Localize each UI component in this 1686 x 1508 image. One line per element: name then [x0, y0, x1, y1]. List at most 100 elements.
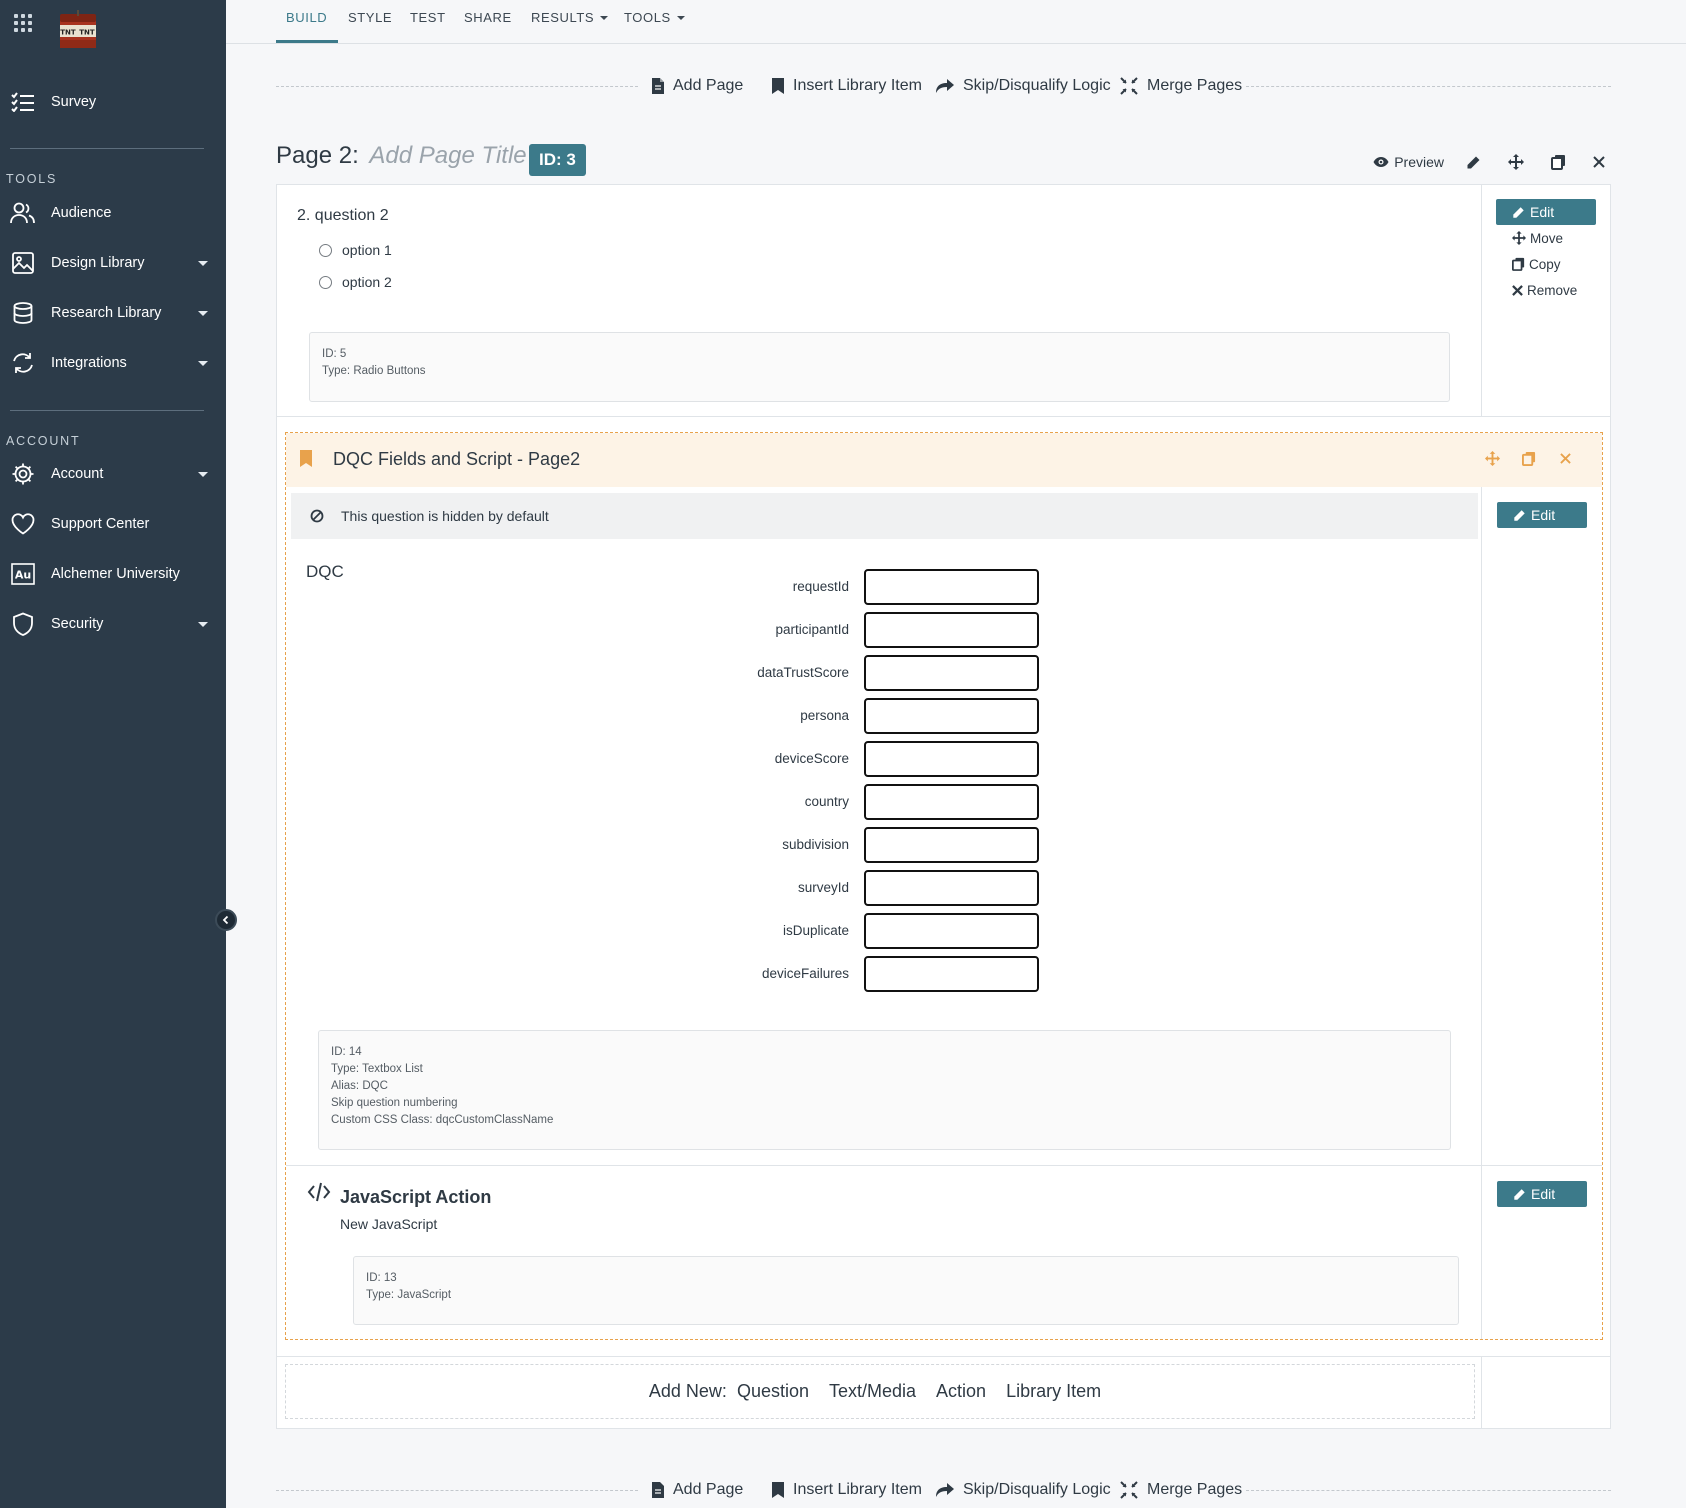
skip-logic-button[interactable]: Skip/Disqualify Logic — [935, 1479, 1111, 1501]
chevron-down-icon[interactable] — [198, 621, 208, 627]
divider — [276, 1490, 638, 1491]
copy-page-button[interactable] — [1551, 154, 1571, 170]
sidebar-item-integrations[interactable]: Integrations — [0, 343, 226, 383]
sidebar-item-label: Survey — [51, 94, 97, 110]
bookmark-icon — [772, 78, 784, 94]
radio-option[interactable]: option 2 — [319, 274, 392, 290]
surveyid-input[interactable] — [864, 870, 1039, 906]
radio-button[interactable] — [319, 243, 332, 257]
field-label: isDuplicate — [782, 923, 849, 938]
copy-icon — [1512, 257, 1525, 271]
sidebar-item-security[interactable]: Security — [0, 604, 226, 644]
tab-results[interactable]: RESULTS — [531, 10, 609, 25]
merge-pages-button[interactable]: Merge Pages — [1119, 1479, 1242, 1501]
au-icon: Au — [10, 561, 36, 587]
textbox-row: surveyId — [600, 870, 1040, 906]
add-question-link[interactable]: Question — [737, 1381, 809, 1402]
sidebar-item-alchemer-university[interactable]: Au Alchemer University — [0, 554, 226, 594]
copy-icon[interactable] — [1522, 451, 1536, 466]
sidebar-item-survey[interactable]: Survey — [0, 82, 226, 122]
tab-test[interactable]: TEST — [410, 10, 446, 25]
chevron-down-icon[interactable] — [198, 310, 208, 316]
chevron-down-icon[interactable] — [198, 260, 208, 266]
participantid-input[interactable] — [864, 612, 1039, 648]
page-title-placeholder[interactable]: Add Page Title — [369, 142, 526, 169]
add-page-button[interactable]: Add Page — [651, 75, 743, 97]
merge-pages-label: Merge Pages — [1147, 77, 1243, 94]
tab-build[interactable]: BUILD — [286, 10, 327, 25]
delete-page-button[interactable] — [1593, 156, 1610, 168]
remove-question-button[interactable]: Remove — [1496, 277, 1596, 303]
isduplicate-input[interactable] — [864, 913, 1039, 949]
divider — [1481, 1357, 1482, 1428]
field-label: subdivision — [782, 837, 849, 852]
divider — [286, 1165, 1602, 1166]
add-text-media-link[interactable]: Text/Media — [829, 1381, 916, 1402]
tab-share[interactable]: SHARE — [464, 10, 512, 25]
sidebar-item-design-library[interactable]: Design Library — [0, 243, 226, 283]
tools-heading: TOOLS — [6, 172, 58, 186]
meta-line: ID: 14 — [331, 1046, 362, 1058]
sidebar-item-audience[interactable]: Audience — [0, 193, 226, 233]
insert-library-item-button[interactable]: Insert Library Item — [771, 75, 922, 97]
requestid-input[interactable] — [864, 569, 1039, 605]
image-icon — [10, 250, 36, 276]
skip-logic-label: Skip/Disqualify Logic — [963, 77, 1111, 94]
edit-js-button[interactable]: Edit — [1497, 1181, 1587, 1207]
add-page-button[interactable]: Add Page — [651, 1479, 743, 1501]
sidebar-item-research-library[interactable]: Research Library — [0, 293, 226, 333]
subdivision-input[interactable] — [864, 827, 1039, 863]
edit-page-button[interactable] — [1466, 155, 1486, 170]
sidebar-item-account[interactable]: Account — [0, 454, 226, 494]
chevron-down-icon[interactable] — [198, 360, 208, 366]
au-glyph: Au — [15, 569, 31, 582]
field-label: deviceFailures — [761, 966, 849, 981]
tab-style[interactable]: STYLE — [348, 10, 392, 25]
skip-logic-button[interactable]: Skip/Disqualify Logic — [935, 75, 1111, 97]
page-toolbar-top: Add Page Insert Library Item Skip/Disqua… — [276, 71, 1611, 101]
divider — [1481, 185, 1482, 416]
edit-question-button[interactable]: Edit — [1496, 199, 1596, 225]
devicefailures-input[interactable] — [864, 956, 1039, 992]
close-icon — [1512, 284, 1523, 296]
divider — [1481, 487, 1482, 1339]
divider — [1246, 1490, 1611, 1491]
chevron-down-icon[interactable] — [198, 471, 208, 477]
close-icon[interactable] — [1560, 453, 1571, 464]
devicescore-input[interactable] — [864, 741, 1039, 777]
database-icon — [10, 300, 36, 326]
radio-button[interactable] — [319, 275, 332, 289]
share-arrow-icon — [936, 79, 954, 93]
datatrustscore-input[interactable] — [864, 655, 1039, 691]
move-page-button[interactable] — [1508, 154, 1529, 170]
file-icon — [652, 1482, 664, 1498]
copy-question-button[interactable]: Copy — [1496, 251, 1596, 277]
gear-icon — [10, 461, 36, 487]
tab-tools[interactable]: TOOLS — [624, 10, 685, 25]
merge-pages-button[interactable]: Merge Pages — [1119, 75, 1242, 97]
edit-dqc-button[interactable]: Edit — [1497, 502, 1587, 528]
field-label: persona — [800, 708, 849, 723]
sidebar: TNT TNT Survey TOOLS Audience Design Lib… — [0, 0, 226, 1508]
account-logo[interactable]: TNT TNT — [56, 10, 100, 52]
insert-library-item-button[interactable]: Insert Library Item — [771, 1479, 922, 1501]
preview-button[interactable]: Preview — [1373, 154, 1444, 170]
skip-logic-label: Skip/Disqualify Logic — [963, 1481, 1111, 1498]
textbox-row: persona — [600, 698, 1040, 734]
move-icon[interactable] — [1485, 451, 1500, 466]
pencil-icon — [1513, 206, 1524, 218]
page-id-badge: ID: 3 — [529, 144, 586, 176]
pencil-icon — [1467, 156, 1480, 168]
app-grid-icon[interactable] — [14, 14, 32, 32]
persona-input[interactable] — [864, 698, 1039, 734]
sync-icon — [10, 350, 36, 376]
add-action-link[interactable]: Action — [936, 1381, 986, 1402]
page-actions: Preview — [1351, 150, 1610, 174]
collapse-sidebar-button[interactable] — [215, 909, 237, 931]
add-library-item-link[interactable]: Library Item — [1006, 1381, 1101, 1402]
logo-text-right: TNT — [79, 29, 95, 37]
radio-option[interactable]: option 1 — [319, 242, 392, 258]
country-input[interactable] — [864, 784, 1039, 820]
sidebar-item-support-center[interactable]: Support Center — [0, 504, 226, 544]
move-question-button[interactable]: Move — [1496, 225, 1596, 251]
